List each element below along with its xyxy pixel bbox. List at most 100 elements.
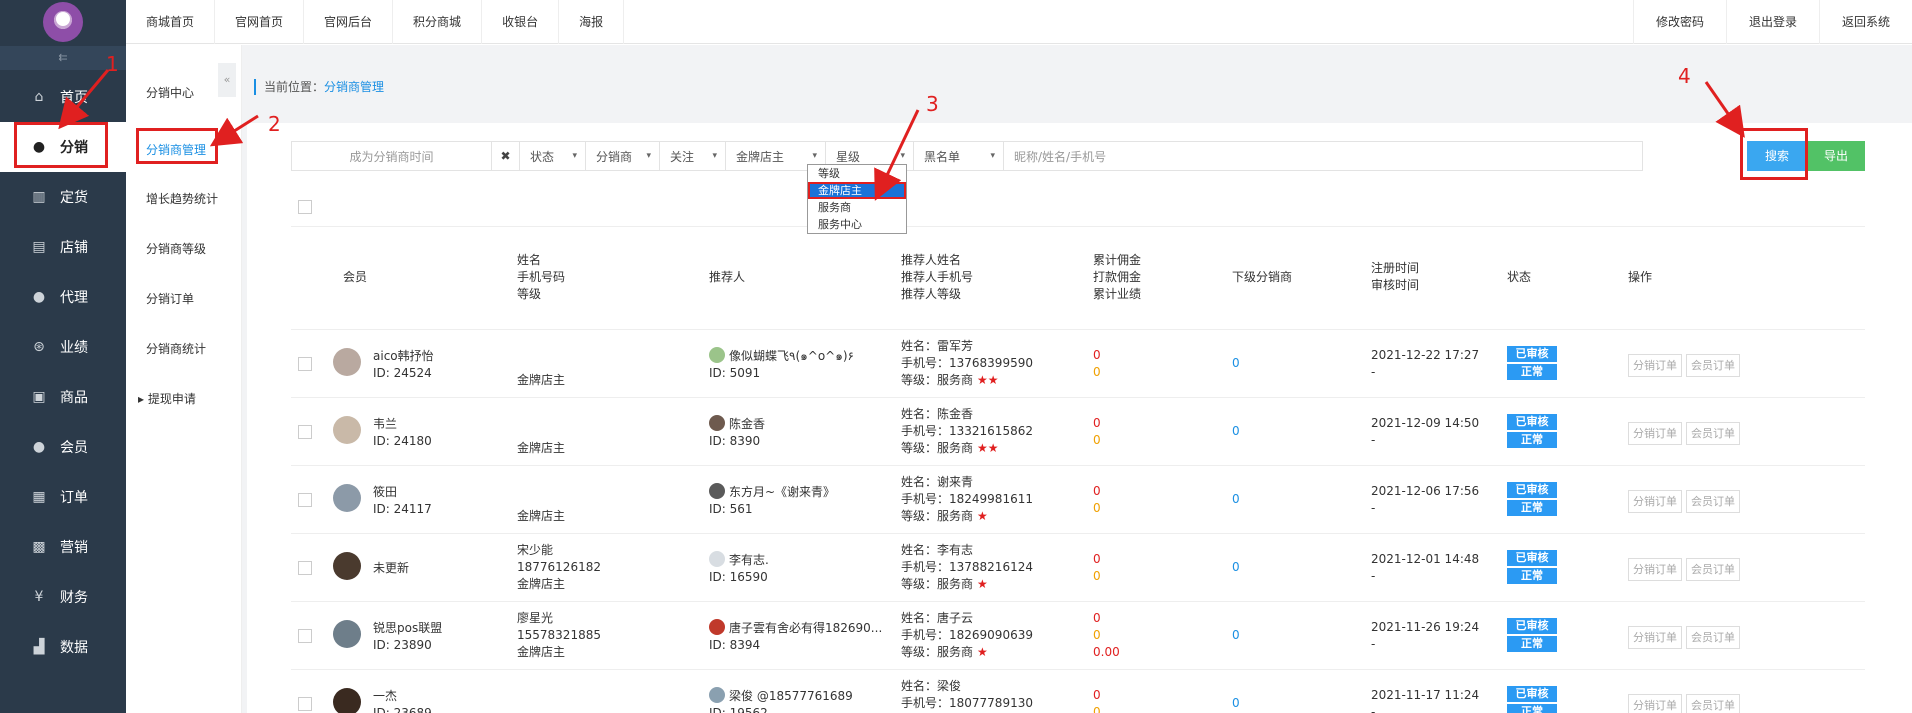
distribution-orders-button[interactable]: 分销订单 — [1628, 694, 1682, 713]
sidebar-item-8[interactable]: ▦ 订单 — [0, 472, 126, 522]
row-checkbox[interactable] — [298, 561, 312, 575]
sidebar-item-0[interactable]: ⌂ 首页 — [0, 72, 126, 122]
referrer-line: 李有志. — [709, 551, 769, 569]
sub-distributor-count[interactable]: 0 — [1232, 423, 1240, 440]
sidebar-item-2[interactable]: ▥ 定货 — [0, 172, 126, 222]
annotation-number-4: 4 — [1678, 64, 1691, 88]
clear-time-button[interactable]: ✖ — [491, 141, 519, 171]
top-tab-0[interactable]: 商城首页 — [126, 0, 216, 44]
sidebar-item-10[interactable]: ¥ 财务 — [0, 572, 126, 622]
referrer-nickname: 李有志. — [729, 553, 769, 567]
member-id: ID: 23689 — [373, 706, 432, 713]
keyword-search-input[interactable]: 昵称/姓名/手机号 — [1003, 141, 1643, 171]
referrer-cell[interactable]: 唐子雲有舍必有得182690... ID: 8394 — [709, 619, 882, 654]
member-orders-button[interactable]: 会员订单 — [1686, 490, 1740, 513]
top-tab-2[interactable]: 官网后台 — [304, 0, 394, 44]
distribution-orders-button[interactable]: 分销订单 — [1628, 490, 1682, 513]
row-checkbox[interactable] — [298, 697, 312, 711]
dropdown-option-1[interactable]: 金牌店主 — [808, 182, 906, 199]
top-tab-1[interactable]: 官网首页 — [215, 0, 305, 44]
top-tab-5[interactable]: 海报 — [559, 0, 625, 44]
sub-distributor-count[interactable]: 0 — [1232, 491, 1240, 508]
export-button[interactable]: 导出 — [1807, 141, 1865, 171]
referrer-name: 姓名：唐子云 — [901, 611, 974, 625]
member-orders-button[interactable]: 会员订单 — [1686, 626, 1740, 649]
distribution-orders-button[interactable]: 分销订单 — [1628, 558, 1682, 581]
member-cell[interactable]: 韦兰 ID: 24180 — [373, 416, 432, 450]
actions-cell: 分销订单 会员订单 — [1628, 626, 1744, 649]
member-cell[interactable]: 一杰 ID: 23689 — [373, 688, 432, 713]
breadcrumb-current[interactable]: 分销商管理 — [324, 80, 384, 94]
member-name — [517, 338, 565, 355]
referrer-cell[interactable]: 梁俊 @18577761689 ID: 19562 — [709, 687, 853, 713]
dropdown-option-3[interactable]: 服务中心 — [808, 216, 906, 233]
sidebar-item-4[interactable]: ● 代理 — [0, 272, 126, 322]
referrer-nickname: 像似蝴蝶飞٩(๑^ο^๑)۶ — [729, 349, 854, 363]
subnav-item-6[interactable]: ▸ 提现申请 — [138, 390, 196, 407]
top-right-link-2[interactable]: 返回系统 — [1818, 0, 1912, 44]
distributor-select[interactable]: 分销商 ▾ — [585, 141, 659, 171]
subnav-item-0[interactable]: 分销中心 — [146, 84, 194, 101]
sidebar-item-11[interactable]: ▟ 数据 — [0, 622, 126, 672]
sub-distributor-count[interactable]: 0 — [1232, 627, 1240, 644]
dropdown-option-2[interactable]: 服务商 — [808, 199, 906, 216]
th-paid-commission: 打款佣金 — [1093, 270, 1142, 284]
row-checkbox[interactable] — [298, 629, 312, 643]
member-orders-button[interactable]: 会员订单 — [1686, 558, 1740, 581]
sub-distributor-count[interactable]: 0 — [1232, 355, 1240, 372]
subnav-item-2[interactable]: 增长趋势统计 — [146, 190, 218, 207]
row-checkbox[interactable] — [298, 425, 312, 439]
row-checkbox[interactable] — [298, 493, 312, 507]
member-orders-button[interactable]: 会员订单 — [1686, 422, 1740, 445]
top-tab-4[interactable]: 收银台 — [482, 0, 560, 44]
subnav-item-3[interactable]: 分销商等级 — [146, 240, 206, 257]
subnav-fold-button[interactable]: « — [218, 63, 236, 97]
distribution-orders-button[interactable]: 分销订单 — [1628, 354, 1682, 377]
status-select[interactable]: 状态 ▾ — [519, 141, 585, 171]
blacklist-select[interactable]: 黑名单 ▾ — [913, 141, 1003, 171]
status-badge: 已审核 — [1507, 686, 1557, 702]
member-cell[interactable]: aico韩抒怡 ID: 24524 — [373, 348, 434, 382]
follow-select[interactable]: 关注 ▾ — [659, 141, 725, 171]
member-orders-button[interactable]: 会员订单 — [1686, 354, 1740, 377]
member-orders-button[interactable]: 会员订单 — [1686, 694, 1740, 713]
row-checkbox[interactable] — [298, 357, 312, 371]
annotation-box-2 — [136, 128, 218, 164]
home-icon: ⌂ — [34, 89, 44, 105]
join-time-range-input[interactable]: 成为分销商时间 — [291, 141, 491, 171]
distribution-orders-button[interactable]: 分销订单 — [1628, 422, 1682, 445]
distribution-orders-button[interactable]: 分销订单 — [1628, 626, 1682, 649]
sidebar-item-7[interactable]: ● 会员 — [0, 422, 126, 472]
avatar — [333, 688, 361, 713]
member-cell[interactable]: 锐思pos联盟 ID: 23890 — [373, 620, 442, 654]
sidebar-item-9[interactable]: ▩ 营销 — [0, 522, 126, 572]
actions-cell: 分销订单 会员订单 — [1628, 422, 1744, 445]
sub-distributor-count[interactable]: 0 — [1232, 695, 1240, 712]
member-cell[interactable]: 筱田 ID: 24117 — [373, 484, 432, 518]
th-ref-level-line: 推荐人等级 — [901, 287, 962, 301]
subnav-item-4[interactable]: 分销订单 — [146, 290, 194, 307]
member-phone — [517, 355, 565, 372]
subnav-item-5[interactable]: 分销商统计 — [146, 340, 206, 357]
member-phone: 18776126182 — [517, 560, 601, 574]
paid-commission: 0 — [1093, 705, 1101, 713]
sidebar-item-6[interactable]: ▣ 商品 — [0, 372, 126, 422]
top-right-link-1[interactable]: 退出登录 — [1725, 0, 1819, 44]
top-right-link-0[interactable]: 修改密码 — [1632, 0, 1726, 44]
referrer-cell[interactable]: 东方月~《谢来青》 ID: 561 — [709, 483, 835, 518]
referrer-cell[interactable]: 陈金香 ID: 8390 — [709, 415, 765, 450]
referrer-line: 唐子雲有舍必有得182690... — [709, 619, 882, 637]
th-sub-distributors: 下级分销商 — [1232, 270, 1293, 284]
sidebar-item-5[interactable]: ⊛ 业绩 — [0, 322, 126, 372]
th-actions: 操作 — [1628, 270, 1653, 284]
member-cell[interactable]: 未更新 — [373, 560, 409, 577]
referrer-cell[interactable]: 李有志. ID: 16590 — [709, 551, 769, 586]
th-total-commission: 累计佣金 — [1093, 253, 1142, 267]
sidebar-item-3[interactable]: ▤ 店铺 — [0, 222, 126, 272]
dropdown-option-0[interactable]: 等级 — [808, 165, 906, 182]
top-tab-3[interactable]: 积分商城 — [393, 0, 483, 44]
sub-distributor-count[interactable]: 0 — [1232, 559, 1240, 576]
register-time: 2021-11-17 11:24 — [1371, 688, 1480, 702]
referrer-cell[interactable]: 像似蝴蝶飞٩(๑^ο^๑)۶ ID: 5091 — [709, 347, 854, 382]
select-all-checkbox[interactable] — [298, 200, 312, 214]
